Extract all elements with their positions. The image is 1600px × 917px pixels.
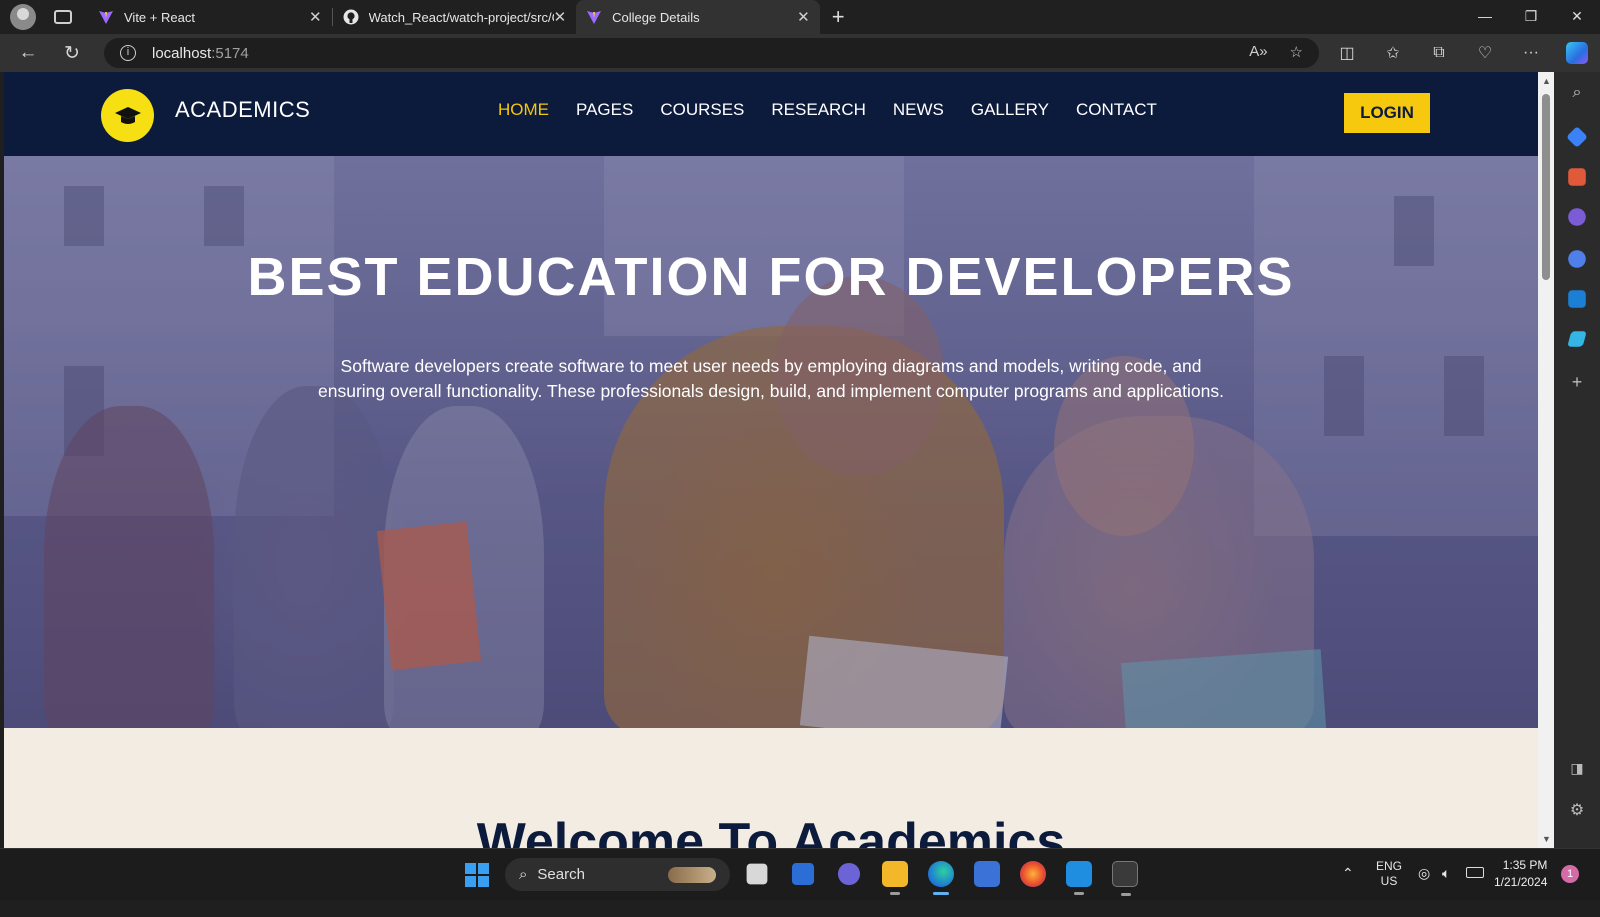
nav-contact[interactable]: CONTACT	[1076, 100, 1157, 120]
hero-title: BEST EDUCATION FOR DEVELOPERS	[247, 247, 1295, 307]
teams-chat-icon[interactable]	[837, 862, 861, 886]
language-code: ENG	[1376, 859, 1403, 873]
login-button[interactable]: LOGIN	[1344, 93, 1430, 133]
region-code: US	[1380, 874, 1398, 888]
terminal-icon[interactable]	[1112, 861, 1138, 896]
browser-toolbar: ← ↻ i localhost:5174 A» ☆ ◫ ✩ ⧉ ♡ ···	[0, 34, 1600, 72]
hero-overlay	[4, 156, 1538, 728]
tab-label: College Details	[612, 9, 700, 25]
nav-courses[interactable]: COURSES	[660, 100, 744, 120]
graduation-cap-logo-icon[interactable]	[101, 89, 154, 142]
close-tab-icon[interactable]: ✕	[797, 8, 810, 26]
clock-time: 1:35 PM	[1502, 858, 1548, 872]
vite-icon	[587, 11, 602, 24]
clock-date: 1/21/2024	[1494, 875, 1548, 889]
search-icon: ⌕	[519, 866, 528, 883]
close-tab-icon[interactable]: ✕	[554, 8, 567, 26]
minimize-icon[interactable]: —	[1462, 0, 1508, 34]
nav-pages[interactable]: PAGES	[576, 100, 633, 120]
taskbar-clock[interactable]: 1:35 PM 1/21/2024	[1494, 857, 1547, 891]
nav-research[interactable]: RESEARCH	[771, 100, 865, 120]
restore-icon[interactable]: ❐	[1508, 0, 1554, 34]
add-icon[interactable]: +	[1566, 372, 1588, 394]
windows-taskbar: ⌕ Search ⌃ ENG US ◎ 🔈︎ 1:35 PM 1/21/2024…	[0, 848, 1600, 900]
vscode-icon[interactable]	[1066, 861, 1092, 895]
more-menu-icon[interactable]: ···	[1508, 44, 1554, 62]
search-highlight-image	[668, 866, 716, 883]
brand-name[interactable]: ACADEMICS	[175, 97, 310, 123]
search-placeholder: Search	[537, 866, 585, 883]
window-controls: — ❐ ✕	[1462, 0, 1600, 34]
new-tab-icon[interactable]: +	[832, 4, 845, 30]
browser-essentials-icon[interactable]: ♡	[1462, 43, 1508, 63]
close-tab-icon[interactable]: ✕	[309, 8, 322, 26]
games-icon[interactable]	[1568, 208, 1586, 226]
edge-browser-icon[interactable]	[928, 861, 954, 895]
url-port: :5174	[211, 44, 249, 62]
battery-icon[interactable]	[1466, 867, 1484, 878]
nav-gallery[interactable]: GALLERY	[971, 100, 1049, 120]
taskbar-search-box[interactable]: ⌕ Search	[505, 858, 730, 891]
hero-section: BEST EDUCATION FOR DEVELOPERS Software d…	[4, 156, 1538, 728]
settings-gear-icon[interactable]: ⚙	[1566, 800, 1588, 822]
scroll-up-icon[interactable]: ▲	[1542, 76, 1551, 86]
url-host: localhost	[152, 44, 212, 62]
graduation-cap-icon	[114, 106, 141, 124]
close-window-icon[interactable]: ✕	[1554, 0, 1600, 34]
github-icon	[343, 9, 359, 25]
network-icon[interactable]: ◎	[1418, 865, 1430, 917]
favorite-star-icon[interactable]: ☆	[1290, 43, 1303, 61]
split-screen-icon[interactable]: ◫	[1324, 43, 1370, 63]
copilot-icon[interactable]	[1566, 42, 1588, 64]
hide-sidebar-icon[interactable]: ◨	[1566, 760, 1588, 782]
vite-icon	[99, 11, 113, 24]
profile-avatar-icon[interactable]	[10, 4, 36, 30]
language-indicator[interactable]: ENG US	[1376, 859, 1402, 911]
drop-icon[interactable]	[1567, 331, 1587, 347]
notification-badge[interactable]: 1	[1561, 865, 1579, 883]
scrollbar-thumb[interactable]	[1542, 94, 1550, 280]
volume-icon[interactable]: 🔈︎	[1442, 865, 1450, 917]
back-icon[interactable]: ←	[6, 42, 50, 64]
tab-label: Vite + React	[124, 9, 195, 25]
refresh-icon[interactable]: ↻	[50, 42, 94, 65]
outlook-icon[interactable]	[1568, 290, 1586, 308]
task-view-icon[interactable]	[746, 863, 768, 885]
welcome-heading: Welcome To Academics	[476, 813, 1066, 848]
browser-tab-vite-react[interactable]: Vite + React ✕	[88, 0, 332, 34]
site-info-icon[interactable]: i	[120, 45, 136, 61]
address-bar-actions: A» ☆	[1249, 43, 1303, 61]
tab-label: Watch_React/watch-project/src/C	[368, 9, 554, 25]
address-bar[interactable]: i localhost:5174 A» ☆	[104, 38, 1319, 68]
tab-actions-icon[interactable]	[54, 10, 72, 24]
read-aloud-icon[interactable]: A»	[1249, 43, 1267, 61]
microsoft-365-icon[interactable]	[1568, 250, 1586, 268]
browser-tab-college-details[interactable]: College Details ✕	[576, 0, 820, 34]
search-icon[interactable]: ⌕	[1566, 84, 1588, 106]
address-url: localhost:5174	[152, 45, 249, 62]
nav-news[interactable]: NEWS	[893, 100, 944, 120]
toolbar-right: ◫ ✩ ⧉ ♡ ···	[1324, 34, 1600, 72]
page-scrollbar[interactable]: ▲ ▼	[1538, 72, 1554, 848]
main-navigation: HOME PAGES COURSES RESEARCH NEWS GALLERY…	[498, 100, 1157, 120]
show-hidden-icons-chevron-icon[interactable]: ⌃	[1342, 865, 1354, 917]
hero-description: Software developers create software to m…	[318, 356, 1224, 401]
widgets-icon[interactable]	[791, 862, 815, 886]
site-header: ACADEMICS HOME PAGES COURSES RESEARCH NE…	[4, 72, 1538, 156]
windows-start-icon[interactable]	[465, 863, 489, 887]
browser-tab-strip: Vite + React ✕ Watch_React/watch-project…	[0, 0, 1600, 34]
browser-tab-github[interactable]: Watch_React/watch-project/src/C ✕	[333, 0, 577, 34]
scroll-down-icon[interactable]: ▼	[1542, 834, 1551, 844]
file-explorer-icon[interactable]	[882, 861, 908, 895]
nav-home[interactable]: HOME	[498, 100, 549, 120]
favorites-icon[interactable]: ✩	[1370, 43, 1416, 63]
microsoft-store-icon[interactable]	[974, 861, 1000, 887]
collections-icon[interactable]: ⧉	[1416, 44, 1462, 62]
firefox-icon[interactable]	[1020, 861, 1046, 887]
tag-icon[interactable]	[1566, 126, 1588, 148]
tools-icon[interactable]	[1568, 168, 1586, 186]
page-viewport: ACADEMICS HOME PAGES COURSES RESEARCH NE…	[4, 72, 1538, 848]
edge-sidebar: ⌕ + ◨ ⚙	[1554, 72, 1600, 848]
